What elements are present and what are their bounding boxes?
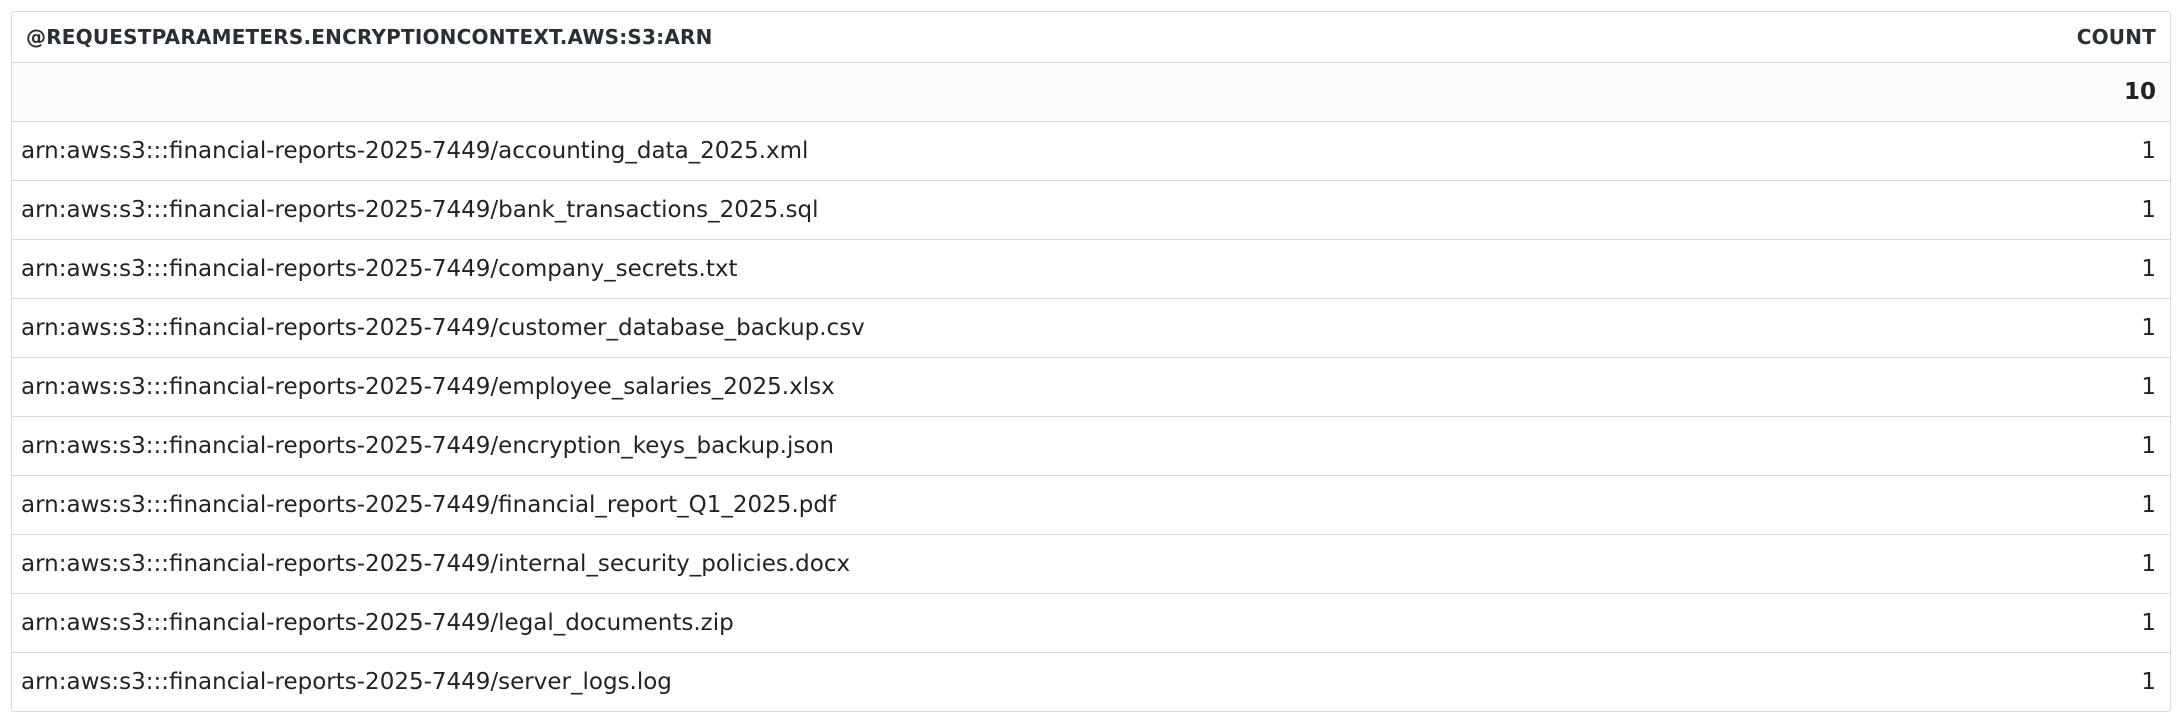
arn-cell: arn:aws:s3:::financial-reports-2025-7449… [21,668,672,695]
arn-cell: arn:aws:s3:::financial-reports-2025-7449… [12,121,1910,181]
count-cell: 1 [1910,239,2170,299]
column-header-count[interactable]: COUNT [1910,12,2170,63]
arn-cell: arn:aws:s3:::financial-reports-2025-7449… [12,593,1910,653]
table-row[interactable]: arn:aws:s3:::financial-reports-2025-7449… [12,357,2170,417]
count-cell: 1 [1910,298,2170,358]
table-row[interactable]: arn:aws:s3:::financial-reports-2025-7449… [12,416,2170,476]
header-row: @REQUESTPARAMETERS.ENCRYPTIONCONTEXT.AWS… [12,12,2170,63]
results-table-container: @REQUESTPARAMETERS.ENCRYPTIONCONTEXT.AWS… [11,11,2171,712]
table-row[interactable]: arn:aws:s3:::financial-reports-2025-7449… [12,121,2170,181]
table-row[interactable]: arn:aws:s3:::financial-reports-2025-7449… [12,239,2170,299]
count-cell: 1 [1910,121,2170,181]
arn-cell: arn:aws:s3:::financial-reports-2025-7449… [12,416,1910,476]
count-cell: 1 [1910,534,2170,594]
table-body: 10 arn:aws:s3:::financial-reports-2025-7… [12,62,2170,711]
table-row[interactable]: arn:aws:s3:::financial-reports-2025-7449… [12,475,2170,535]
total-arn-cell [12,62,1910,122]
arn-cell: arn:aws:s3:::financial-reports-2025-7449… [12,357,1910,417]
arn-cell: arn:aws:s3:::financial-reports-2025-7449… [12,180,1910,240]
count-cell: 1 [1910,416,2170,476]
count-cell: 1 [1910,475,2170,535]
count-cell: 1 [1910,180,2170,240]
arn-cell: arn:aws:s3:::financial-reports-2025-7449… [12,475,1910,535]
table-row[interactable]: arn:aws:s3:::financial-reports-2025-7449… [12,534,2170,594]
total-count-cell: 10 [1910,62,2170,122]
arn-cell: arn:aws:s3:::financial-reports-2025-7449… [12,239,1910,299]
table-row[interactable]: arn:aws:s3:::financial-reports-2025-7449… [12,180,2170,240]
total-row: 10 [12,62,2170,122]
table-row[interactable]: arn:aws:s3:::financial-reports-2025-7449… [12,298,2170,358]
table-row[interactable]: arn:aws:s3:::financial-reports-2025-7449… [12,593,2170,653]
table-row[interactable]: arn:aws:s3:::financial-reports-2025-7449… [12,652,2170,711]
count-cell: 1 [1910,357,2170,417]
arn-cell: arn:aws:s3:::financial-reports-2025-7449… [12,534,1910,594]
table-header: @REQUESTPARAMETERS.ENCRYPTIONCONTEXT.AWS… [12,12,2170,63]
count-cell: 1 [1910,593,2170,653]
arn-cell: arn:aws:s3:::financial-reports-2025-7449… [12,298,1910,358]
column-header-arn[interactable]: @REQUESTPARAMETERS.ENCRYPTIONCONTEXT.AWS… [12,12,1910,63]
results-table: @REQUESTPARAMETERS.ENCRYPTIONCONTEXT.AWS… [12,12,2170,711]
count-cell: 1 [2141,668,2156,695]
